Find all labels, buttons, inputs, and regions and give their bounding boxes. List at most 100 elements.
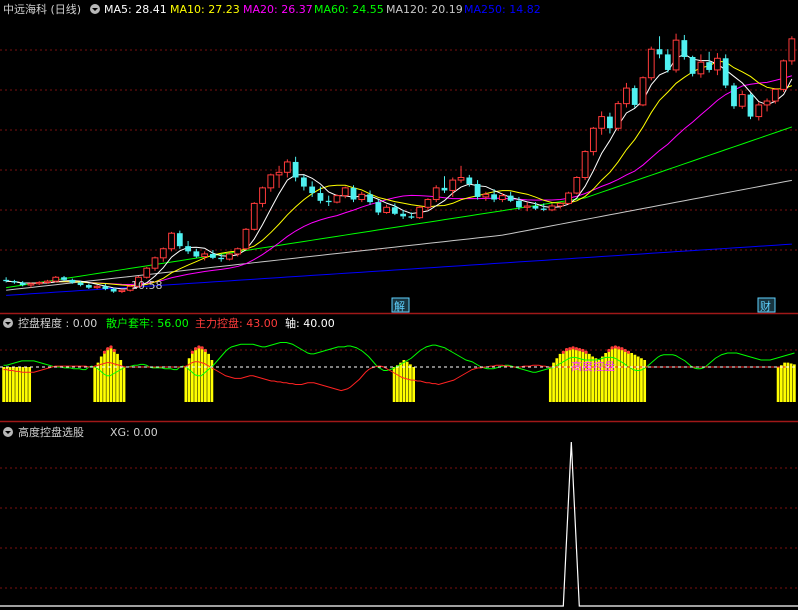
candle-body xyxy=(771,88,779,102)
candle-body xyxy=(556,202,564,207)
control-bar-dot xyxy=(610,346,614,350)
control-bar xyxy=(412,367,416,402)
candle xyxy=(780,59,787,92)
candle xyxy=(52,275,60,283)
candle-body xyxy=(697,61,705,75)
control-bar xyxy=(793,364,796,402)
control-bar-dot xyxy=(613,345,617,349)
candle-body xyxy=(242,228,250,250)
candle xyxy=(474,180,481,200)
candle-body xyxy=(383,206,390,213)
stock-chart[interactable]: 中远海科 (日线) MA5: 28.41 MA10: 27.23 MA20: 2… xyxy=(0,0,798,610)
candle xyxy=(118,288,126,294)
control-bar xyxy=(396,365,399,402)
control-bar xyxy=(93,367,97,402)
candle-body xyxy=(143,267,151,278)
ma250-label: MA250: 14.82 xyxy=(464,3,541,16)
marker-jie[interactable]: 解 xyxy=(391,297,410,313)
candle-body xyxy=(151,257,159,269)
candle-body xyxy=(400,213,407,217)
stock-title[interactable]: 中远海科 (日线) xyxy=(3,2,81,16)
candle-body xyxy=(218,257,225,260)
candle xyxy=(763,98,771,112)
candle xyxy=(441,176,448,194)
ma120-label: MA120: 20.19 xyxy=(386,3,463,16)
candle-body xyxy=(540,208,547,210)
candle xyxy=(614,101,622,131)
candle-body xyxy=(731,85,737,107)
control-bar xyxy=(402,360,406,402)
collapse-icon[interactable] xyxy=(90,4,100,14)
candle-body xyxy=(491,194,498,200)
control-bar-dot xyxy=(106,347,110,351)
candle-body xyxy=(19,282,26,286)
candle-body xyxy=(441,187,448,191)
candle-body xyxy=(210,253,216,258)
ma20-label: MA20: 26.37 xyxy=(243,3,313,16)
candle-body xyxy=(77,282,84,286)
candle xyxy=(383,204,390,214)
panel2-collapse-icon[interactable] xyxy=(3,318,13,328)
candle-body xyxy=(681,40,688,57)
candle xyxy=(432,185,440,203)
control-bar xyxy=(627,351,630,402)
candle-body xyxy=(714,57,721,71)
candle xyxy=(722,54,729,89)
candle-body xyxy=(516,200,522,208)
panel3-title: 高度控盘选股 xyxy=(18,425,84,439)
candle-body xyxy=(317,193,324,201)
candle xyxy=(738,90,746,109)
control-bar-dot xyxy=(197,345,201,349)
candle xyxy=(159,247,167,262)
control-bar xyxy=(190,351,194,402)
candle-body xyxy=(706,62,713,70)
panel2-title: 控盘程度 : 0.00 xyxy=(18,316,97,330)
candle-body xyxy=(275,171,283,176)
panel3-collapse-icon[interactable] xyxy=(3,427,13,437)
ma5-line xyxy=(6,53,793,290)
marker-cai-label: 财 xyxy=(760,299,771,313)
candle xyxy=(771,88,779,104)
control-bar xyxy=(643,360,647,402)
candle xyxy=(556,202,564,209)
candle xyxy=(664,49,671,73)
candle-body xyxy=(93,285,101,289)
control-bar xyxy=(779,365,783,402)
marker-cai[interactable]: 财 xyxy=(757,297,776,313)
control-bar-dot xyxy=(574,347,578,351)
low-price-label: 10.58 xyxy=(131,279,163,292)
retail-trapped-line xyxy=(3,342,795,377)
control-bar xyxy=(789,363,793,402)
ma60-line xyxy=(6,126,793,289)
candle-body xyxy=(631,88,638,105)
candle-body xyxy=(27,283,35,286)
candle-body xyxy=(44,280,51,283)
candle-body xyxy=(325,200,332,203)
control-bar xyxy=(552,362,555,402)
candle xyxy=(581,150,589,181)
control-bar xyxy=(106,347,110,402)
control-bar-dot xyxy=(561,350,565,354)
candle xyxy=(548,203,556,212)
control-bar-dot xyxy=(190,350,194,354)
control-bar xyxy=(122,367,126,402)
control-bar-dot xyxy=(623,348,627,353)
candle-body xyxy=(292,161,299,178)
candle-body xyxy=(589,127,597,153)
control-bar xyxy=(116,353,119,402)
control-bar xyxy=(405,361,409,402)
control-bar-dot xyxy=(620,347,624,351)
candle-body xyxy=(780,60,787,90)
control-bar xyxy=(561,351,565,402)
candle-body xyxy=(168,232,175,250)
candle-body xyxy=(623,87,630,105)
control-bar xyxy=(581,349,585,402)
control-bar xyxy=(571,346,575,402)
candle xyxy=(788,36,796,65)
candle xyxy=(623,82,630,108)
control-bar-dot xyxy=(584,350,588,354)
marker-jie-label: 解 xyxy=(394,299,405,313)
high-control-annotation: 高度控盘 xyxy=(571,359,615,373)
control-bar xyxy=(623,349,627,402)
candle-body xyxy=(110,288,117,292)
